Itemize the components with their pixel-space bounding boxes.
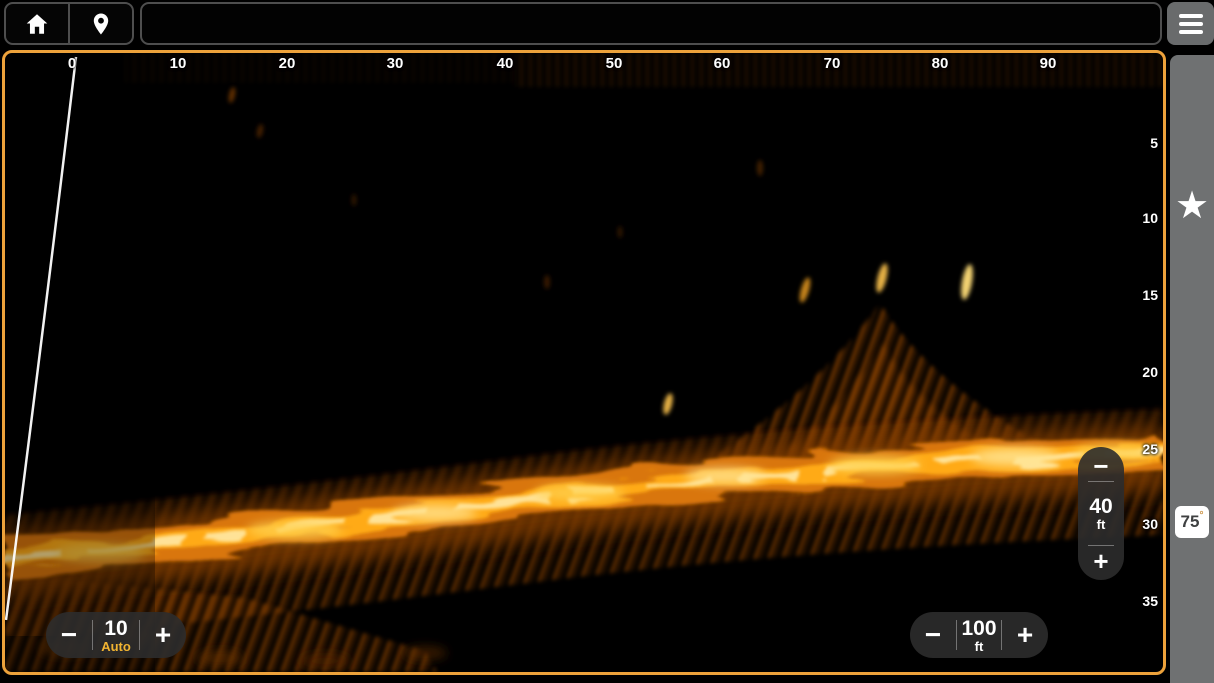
sensitivity-increase-button[interactable]: + <box>140 613 186 657</box>
lower-range-value: 100 ft <box>957 618 1001 653</box>
depth-range-value: 40 ft <box>1089 482 1112 545</box>
lower-range-decrease-button[interactable]: − <box>910 613 956 657</box>
lower-range-control: − 100 ft + <box>910 612 1048 658</box>
home-icon <box>24 11 50 37</box>
depth-range-increase-button[interactable]: + <box>1093 546 1108 576</box>
sonar-panel[interactable]: 0 10 20 30 40 50 60 70 80 90 5 10 15 20 … <box>2 50 1166 675</box>
right-sidebar: ★ 75° <box>1170 55 1214 683</box>
depth-range-control: − 40 ft + <box>1078 447 1124 580</box>
degree-symbol: ° <box>1199 510 1203 521</box>
map-pin-icon <box>89 11 113 37</box>
nav-button-group <box>4 2 134 45</box>
title-bar <box>140 2 1162 45</box>
hamburger-menu-icon <box>1179 14 1203 18</box>
depth-range-decrease-button[interactable]: − <box>1093 451 1108 481</box>
home-button[interactable] <box>6 4 70 43</box>
sensitivity-decrease-button[interactable]: − <box>46 613 92 657</box>
star-icon: ★ <box>1175 187 1209 225</box>
water-temperature-badge: 75° <box>1175 506 1209 538</box>
top-bar <box>0 0 1214 48</box>
sonar-return-layers <box>5 53 1163 672</box>
temperature-value: 75 <box>1181 512 1200 532</box>
waypoint-button[interactable] <box>70 4 132 43</box>
lower-range-increase-button[interactable]: + <box>1002 613 1048 657</box>
waypoint-star-button[interactable]: ★ <box>1170 183 1214 229</box>
sensitivity-value: 10 Auto <box>93 618 139 653</box>
sonar-imagery[interactable] <box>5 53 1163 672</box>
sensitivity-control: − 10 Auto + <box>46 612 186 658</box>
menu-button[interactable] <box>1167 2 1214 45</box>
